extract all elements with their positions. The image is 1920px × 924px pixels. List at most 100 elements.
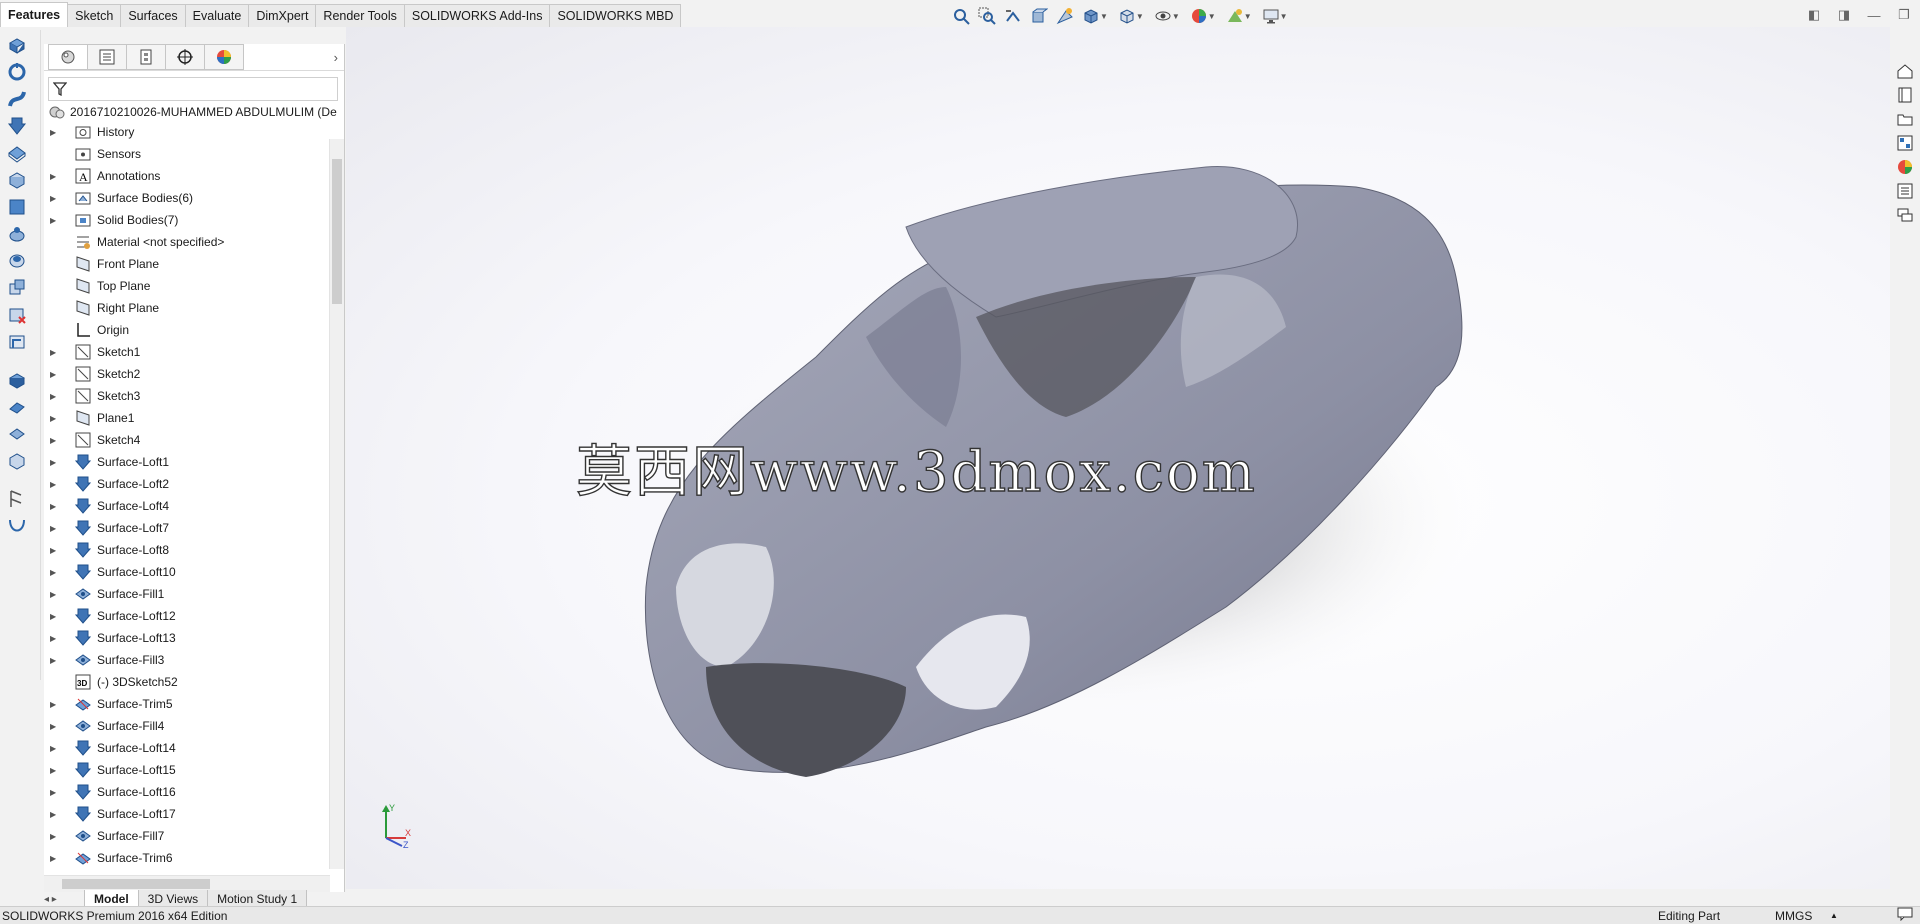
tab-sketch[interactable]: Sketch <box>67 4 122 27</box>
expand-arrow-icon[interactable]: ▶ <box>50 458 64 467</box>
previous-view-icon[interactable] <box>1002 6 1024 26</box>
expand-arrow-icon[interactable]: ▶ <box>50 744 64 753</box>
view-settings-icon[interactable] <box>1260 6 1282 26</box>
scene-dropdown-icon[interactable]: ▼ <box>1244 12 1252 21</box>
hide-show-dropdown-icon[interactable]: ▼ <box>1172 12 1180 21</box>
tab-dimxpert[interactable]: DimXpert <box>248 4 317 27</box>
expand-arrow-icon[interactable]: ▶ <box>50 348 64 357</box>
tab-render-tools[interactable]: Render Tools <box>315 4 405 27</box>
tab-mbd[interactable]: SOLIDWORKS MBD <box>549 4 682 27</box>
tree-node[interactable]: ▶ Surface-Fill3 <box>44 649 330 671</box>
solidworks-resources-icon[interactable] <box>1894 60 1916 82</box>
tree-filter-field[interactable] <box>48 77 338 101</box>
dynamic-annotation-icon[interactable] <box>1054 6 1076 26</box>
appearances-scenes-icon[interactable] <box>1894 156 1916 178</box>
lofted-boss-icon[interactable] <box>5 114 29 138</box>
draft-icon[interactable] <box>5 422 29 446</box>
tree-node[interactable]: ▶ Surface-Trim6 <box>44 847 330 869</box>
display-manager-tab-icon[interactable] <box>204 44 244 70</box>
tree-node[interactable]: Top Plane <box>44 275 330 297</box>
graphics-area[interactable]: 莫西网www.3dmox.com Y X Z <box>346 27 1890 889</box>
quick-tips-icon[interactable] <box>1897 907 1913 924</box>
expand-arrow-icon[interactable]: ▶ <box>50 612 64 621</box>
rib-icon[interactable] <box>5 395 29 419</box>
tree-node[interactable]: 3D (-) 3DSketch52 <box>44 671 330 693</box>
expand-arrow-icon[interactable]: ▶ <box>50 810 64 819</box>
swept-cut-icon[interactable] <box>5 249 29 273</box>
unit-system-selector[interactable]: MMGS <box>1775 909 1812 923</box>
expand-arrow-icon[interactable]: ▶ <box>50 502 64 511</box>
tab-features[interactable]: Features <box>0 2 69 27</box>
expand-arrow-icon[interactable]: ▶ <box>50 216 64 225</box>
expand-arrow-icon[interactable]: ▶ <box>50 590 64 599</box>
fillet-icon[interactable] <box>5 330 29 354</box>
curves-icon[interactable] <box>5 514 29 538</box>
tree-node[interactable]: ▶ Surface-Loft2 <box>44 473 330 495</box>
tree-node[interactable]: ▶ Surface-Loft16 <box>44 781 330 803</box>
expand-arrow-icon[interactable]: ▶ <box>50 194 64 203</box>
file-explorer-icon[interactable] <box>1894 108 1916 130</box>
tile-right-icon[interactable]: ◨ <box>1834 6 1854 24</box>
view-orientation-dropdown-icon[interactable]: ▼ <box>1100 12 1108 21</box>
minimize-icon[interactable]: — <box>1864 6 1884 24</box>
tree-node[interactable]: ▶ Surface Bodies(6) <box>44 187 330 209</box>
expand-arrow-icon[interactable]: ▶ <box>50 546 64 555</box>
expand-arrow-icon[interactable]: ▶ <box>50 370 64 379</box>
expand-arrow-icon[interactable]: ▶ <box>50 480 64 489</box>
expand-arrow-icon[interactable]: ▶ <box>50 128 64 137</box>
tree-node[interactable]: ▶ Surface-Loft8 <box>44 539 330 561</box>
zoom-to-fit-icon[interactable] <box>950 6 972 26</box>
tree-node[interactable]: ▶ Surface-Loft10 <box>44 561 330 583</box>
swept-boss-icon[interactable] <box>5 87 29 111</box>
tree-node[interactable]: ▶ Solid Bodies(7) <box>44 209 330 231</box>
tree-node[interactable]: Sensors <box>44 143 330 165</box>
expand-arrow-icon[interactable]: ▶ <box>50 656 64 665</box>
display-style-dropdown-icon[interactable]: ▼ <box>1136 12 1144 21</box>
tree-node[interactable]: Origin <box>44 319 330 341</box>
tree-node[interactable]: Right Plane <box>44 297 330 319</box>
tree-node[interactable]: ▶ Surface-Loft4 <box>44 495 330 517</box>
tree-node[interactable]: ▶ Surface-Loft1 <box>44 451 330 473</box>
tree-node[interactable]: Material <not specified> <box>44 231 330 253</box>
expand-arrow-icon[interactable]: ▶ <box>50 172 64 181</box>
expand-arrow-icon[interactable]: ▶ <box>50 634 64 643</box>
tab-scroll-left-icon[interactable]: ◂ ▸ <box>44 894 84 905</box>
expand-arrow-icon[interactable]: ▶ <box>50 524 64 533</box>
view-palette-icon[interactable] <box>1894 132 1916 154</box>
tree-node[interactable]: Front Plane <box>44 253 330 275</box>
tree-node[interactable]: ▶ Surface-Trim5 <box>44 693 330 715</box>
boundary-cut-icon[interactable] <box>5 303 29 327</box>
reference-geometry-icon[interactable] <box>5 487 29 511</box>
hole-wizard-icon[interactable] <box>5 195 29 219</box>
configuration-manager-tab-icon[interactable] <box>126 44 166 70</box>
section-view-icon[interactable] <box>1028 6 1050 26</box>
tree-root-part[interactable]: 2016710210026-MUHAMMED ABDULMULIM (De <box>44 101 344 123</box>
revolved-cut-icon[interactable] <box>5 222 29 246</box>
expand-arrow-icon[interactable]: ▶ <box>50 392 64 401</box>
expand-arrow-icon[interactable]: ▶ <box>50 788 64 797</box>
expand-arrow-icon[interactable]: ▶ <box>50 722 64 731</box>
boundary-boss-icon[interactable] <box>5 141 29 165</box>
tree-node[interactable]: ▶ Surface-Loft17 <box>44 803 330 825</box>
tree-node[interactable]: ▶ Sketch4 <box>44 429 330 451</box>
tree-node[interactable]: ▶ Plane1 <box>44 407 330 429</box>
tree-node[interactable]: ▶ Sketch3 <box>44 385 330 407</box>
tree-node[interactable]: ▶ Surface-Loft15 <box>44 759 330 781</box>
forum-icon[interactable] <box>1894 204 1916 226</box>
tree-node[interactable]: ▶ Sketch1 <box>44 341 330 363</box>
apply-scene-icon[interactable] <box>1224 6 1246 26</box>
restore-icon[interactable]: ❐ <box>1894 6 1914 24</box>
horizontal-scroll-thumb[interactable] <box>62 879 210 889</box>
appearance-dropdown-icon[interactable]: ▼ <box>1208 12 1216 21</box>
lofted-cut-icon[interactable] <box>5 276 29 300</box>
tree-node[interactable]: ▶ Surface-Loft13 <box>44 627 330 649</box>
expand-arrow-icon[interactable]: ▶ <box>50 414 64 423</box>
dimxpert-manager-tab-icon[interactable] <box>165 44 205 70</box>
expand-arrow-icon[interactable]: ▶ <box>50 854 64 863</box>
tree-node[interactable]: ▶ Surface-Fill7 <box>44 825 330 847</box>
view-settings-dropdown-icon[interactable]: ▼ <box>1280 12 1288 21</box>
display-style-icon[interactable] <box>1116 6 1138 26</box>
tree-vertical-scrollbar[interactable] <box>329 139 344 869</box>
vertical-scroll-thumb[interactable] <box>332 159 342 304</box>
tree-node[interactable]: ▶ Surface-Loft14 <box>44 737 330 759</box>
